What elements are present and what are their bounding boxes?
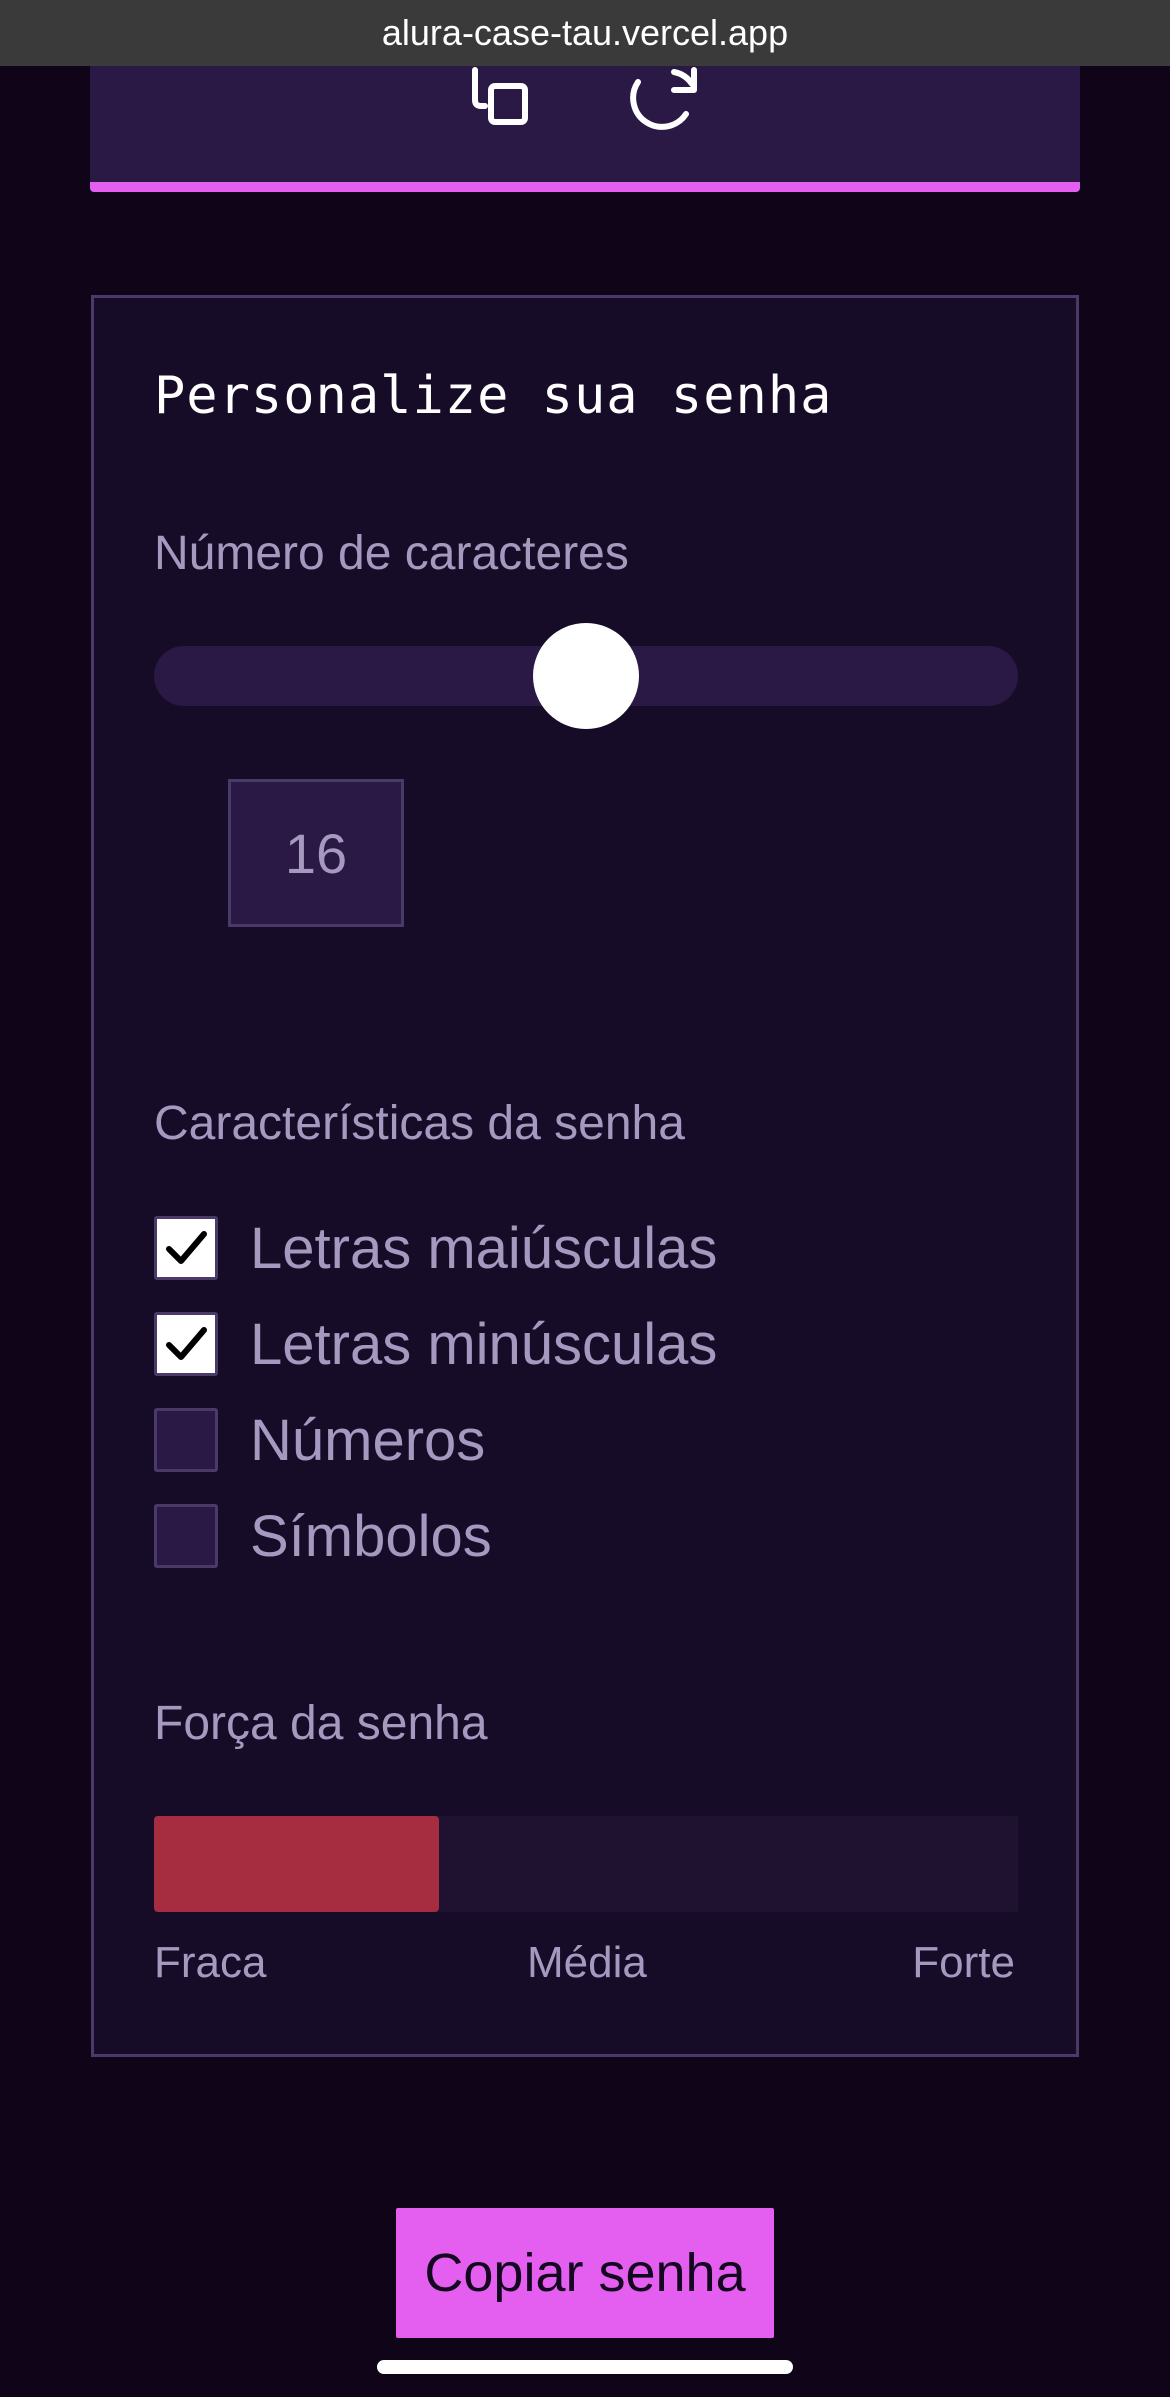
slider-thumb[interactable] [533, 623, 639, 729]
length-value-input[interactable]: 16 [228, 779, 404, 927]
strength-level-strong: Forte [912, 1938, 1015, 1987]
features-label: Características da senha [154, 1097, 685, 1150]
browser-url-bar[interactable]: alura-case-tau.vercel.app [0, 0, 1170, 66]
strength-level-medium: Média [527, 1938, 647, 1987]
checkmark-icon [161, 1319, 211, 1369]
copy-password-button[interactable]: Copiar senha [396, 2208, 774, 2338]
option-numbers[interactable]: Números [154, 1407, 486, 1473]
length-slider[interactable] [154, 623, 1018, 729]
option-label: Letras maiúsculas [250, 1215, 718, 1281]
strength-fill [154, 1816, 440, 1912]
url-text: alura-case-tau.vercel.app [381, 12, 789, 53]
length-label: Número de caracteres [154, 527, 629, 580]
customize-panel: Personalize sua senha Número de caracter… [91, 295, 1079, 2057]
option-label: Letras minúsculas [250, 1311, 718, 1377]
strength-label: Força da senha [154, 1697, 488, 1750]
strength-meter [154, 1816, 1018, 1912]
option-label: Símbolos [250, 1503, 492, 1569]
strength-level-weak: Fraca [154, 1938, 267, 1987]
option-label: Números [250, 1407, 486, 1473]
uppercase-checkbox[interactable] [154, 1216, 218, 1280]
copy-icon[interactable] [455, 62, 545, 136]
option-symbols[interactable]: Símbolos [154, 1503, 492, 1569]
panel-title: Personalize sua senha [154, 366, 833, 426]
refresh-icon[interactable] [620, 62, 710, 136]
checkmark-icon [161, 1223, 211, 1273]
option-lowercase[interactable]: Letras minúsculas [154, 1311, 718, 1377]
length-value: 16 [284, 821, 348, 885]
symbols-checkbox[interactable] [154, 1504, 218, 1568]
numbers-checkbox[interactable] [154, 1408, 218, 1472]
option-uppercase[interactable]: Letras maiúsculas [154, 1215, 718, 1281]
password-display-card [90, 66, 1080, 192]
home-indicator [377, 2360, 793, 2374]
lowercase-checkbox[interactable] [154, 1312, 218, 1376]
